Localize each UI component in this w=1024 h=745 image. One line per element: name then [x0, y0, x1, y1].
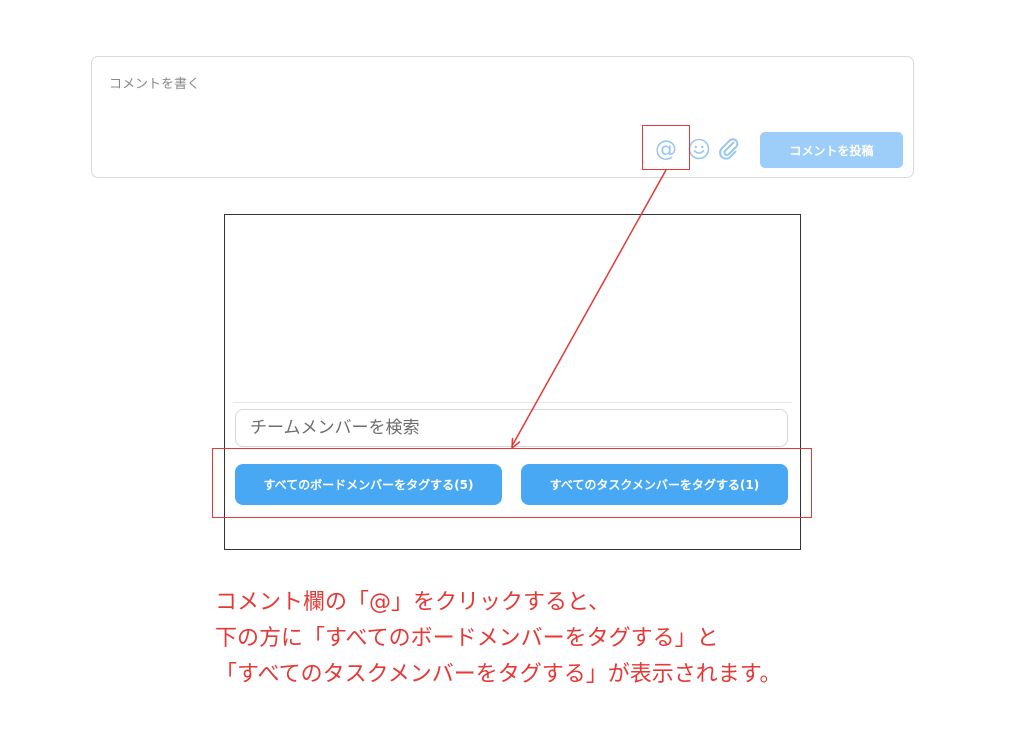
member-search-input[interactable]: [235, 409, 788, 447]
at-icon-highlight: [642, 125, 690, 170]
popup-divider: [233, 402, 792, 403]
paperclip-icon[interactable]: [718, 137, 740, 161]
annotation-caption-line-2: 下の方に「すべてのボードメンバーをタグする」と: [215, 626, 719, 651]
comment-placeholder: コメントを書く: [109, 77, 201, 92]
annotation-caption-line-1: コメント欄の「@」をクリックすると、: [215, 590, 611, 615]
annotation-caption-line-3: 「すべてのタスクメンバーをタグする」が表示されます。: [215, 662, 782, 687]
comment-box[interactable]: コメントを書く @ コメントを投稿: [91, 56, 914, 178]
tag-buttons-highlight: [212, 448, 812, 518]
post-comment-button[interactable]: コメントを投稿: [760, 132, 903, 168]
smile-icon[interactable]: [688, 138, 710, 160]
